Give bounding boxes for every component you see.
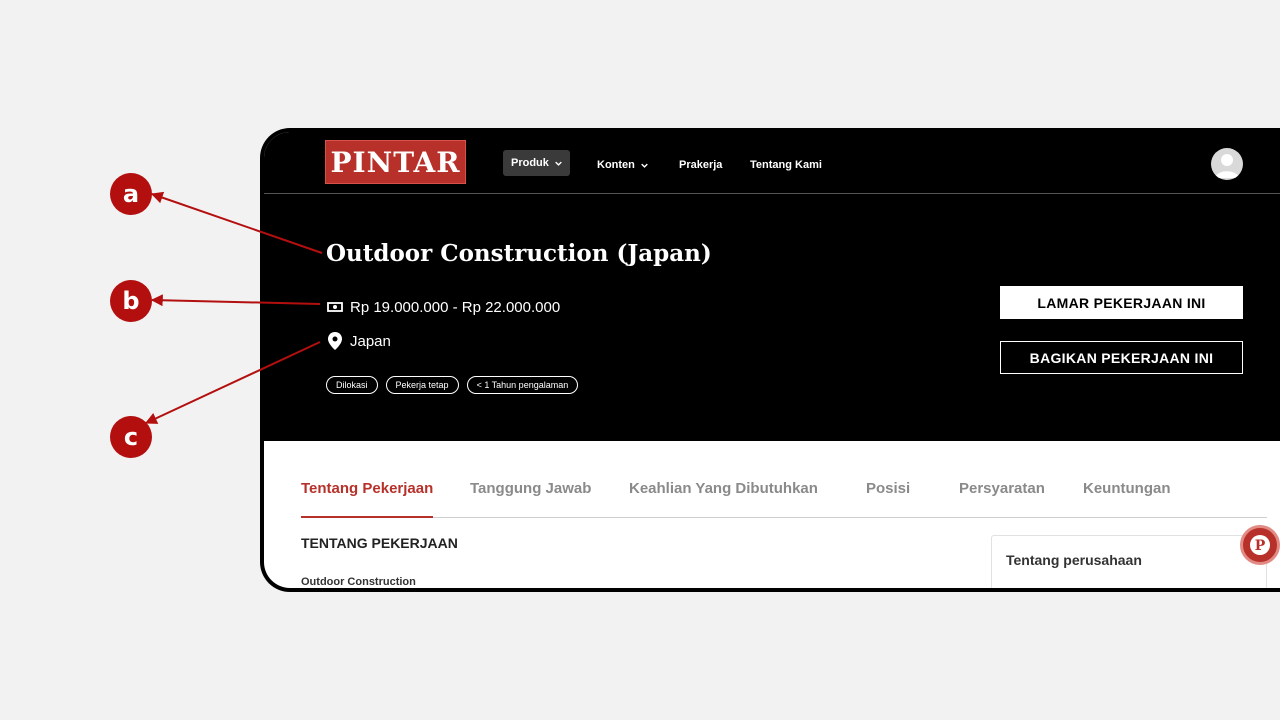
nav-item-label: Konten xyxy=(597,159,635,171)
tab-tanggung-jawab[interactable]: Tanggung Jawab xyxy=(470,480,591,497)
pintar-p-icon: P xyxy=(1250,535,1270,555)
salary-text: Rp 19.000.000 - Rp 22.000.000 xyxy=(350,298,561,316)
tab-persyaratan[interactable]: Persyaratan xyxy=(959,480,1045,497)
tag-chip: < 1 Tahun pengalaman xyxy=(466,376,579,394)
apply-button[interactable]: LAMAR PEKERJAAN INI xyxy=(1000,286,1243,319)
share-button[interactable]: BAGIKAN PEKERJAAN INI xyxy=(1000,341,1243,374)
user-avatar-icon[interactable] xyxy=(1211,148,1243,180)
tab-keahlian[interactable]: Keahlian Yang Dibutuhkan xyxy=(629,480,818,497)
top-navbar: PINTAR Produk Konten Prakerja Tentang Ka… xyxy=(264,132,1280,194)
tag-chip: Pekerja tetap xyxy=(385,376,459,394)
nav-item-tentang-kami[interactable]: Tentang Kami xyxy=(750,152,822,178)
tag-chip: Dilokasi xyxy=(326,376,378,394)
device-frame: PINTAR Produk Konten Prakerja Tentang Ka… xyxy=(260,128,1280,592)
job-title: Outdoor Construction (Japan) xyxy=(326,240,712,267)
nav-item-prakerja[interactable]: Prakerja xyxy=(679,152,722,178)
location-row: Japan xyxy=(326,332,391,350)
job-hero: Outdoor Construction (Japan) Rp 19.000.0… xyxy=(264,194,1280,441)
chevron-down-icon xyxy=(555,161,562,166)
location-pin-icon xyxy=(326,332,344,350)
company-card-title: Tentang perusahaan xyxy=(1006,552,1142,568)
nav-item-label: Prakerja xyxy=(679,159,723,171)
salary-row: Rp 19.000.000 - Rp 22.000.000 xyxy=(326,298,560,316)
annotation-marker-a: a xyxy=(110,173,152,215)
nav-item-label: Tentang Kami xyxy=(750,159,822,171)
chevron-down-icon xyxy=(641,163,648,168)
active-tab-indicator xyxy=(301,516,433,518)
job-tags: Dilokasi Pekerja tetap < 1 Tahun pengala… xyxy=(326,376,579,394)
section-subtitle: Outdoor Construction xyxy=(301,576,416,588)
tab-posisi[interactable]: Posisi xyxy=(866,480,910,497)
pintar-logo[interactable]: PINTAR xyxy=(325,140,466,184)
nav-item-label: Produk xyxy=(511,157,549,169)
location-text: Japan xyxy=(350,332,391,350)
nav-item-konten[interactable]: Konten xyxy=(597,152,648,178)
job-tabs: Tentang Pekerjaan Tanggung Jawab Keahlia… xyxy=(301,472,1267,518)
section-title: TENTANG PEKERJAAN xyxy=(301,535,458,551)
svg-text:P: P xyxy=(1255,538,1266,554)
nav-item-produk[interactable]: Produk xyxy=(503,150,570,176)
app-screen: PINTAR Produk Konten Prakerja Tentang Ka… xyxy=(264,132,1280,588)
money-icon xyxy=(326,298,344,316)
annotation-marker-b: b xyxy=(110,280,152,322)
annotation-marker-c: c xyxy=(110,416,152,458)
chat-fab-button[interactable]: P xyxy=(1240,525,1280,565)
tab-tentang-pekerjaan[interactable]: Tentang Pekerjaan xyxy=(301,480,433,497)
company-card[interactable]: Tentang perusahaan xyxy=(991,535,1267,588)
tab-keuntungan[interactable]: Keuntungan xyxy=(1083,480,1171,497)
